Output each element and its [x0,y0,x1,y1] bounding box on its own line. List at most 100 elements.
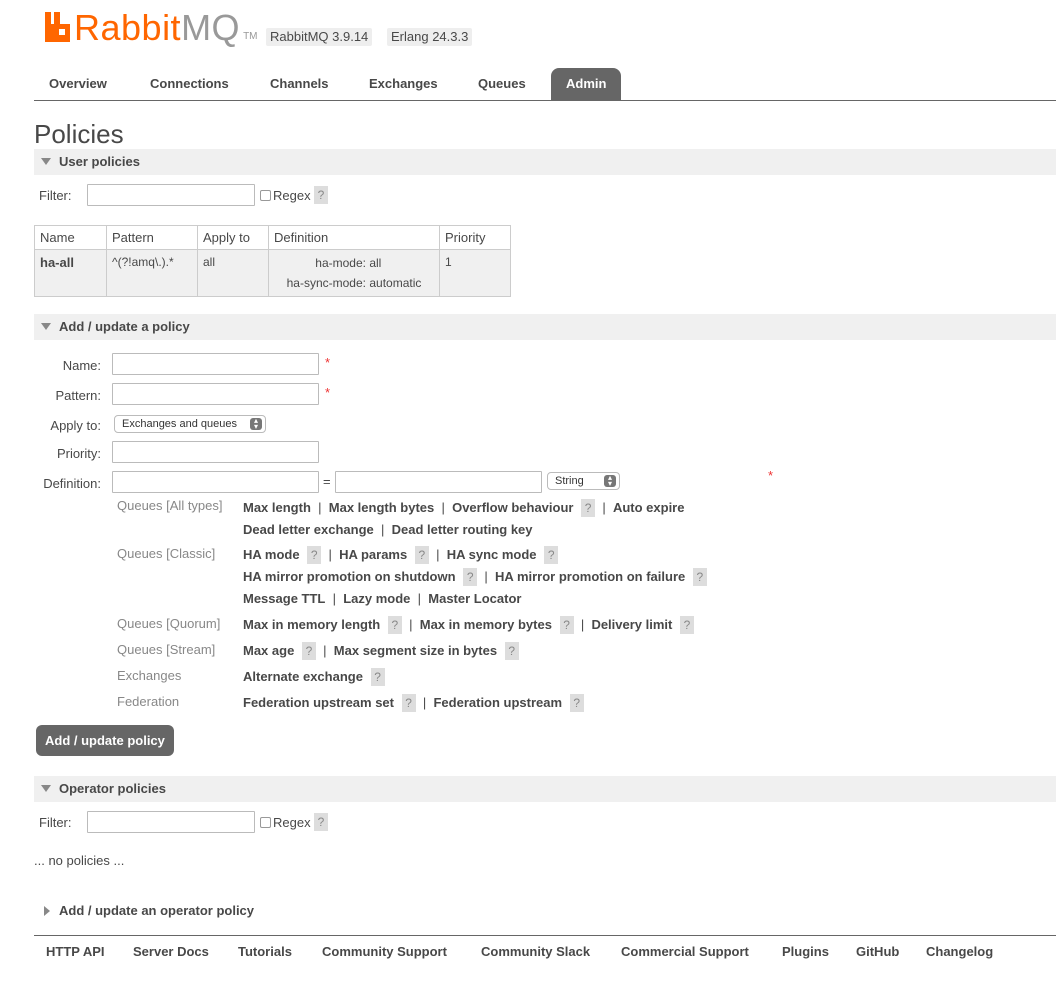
pattern-label: Pattern: [55,388,101,403]
quick-add-line: Max length | Max length bytes | Overflow… [243,499,685,517]
group-label-queues-stream: Queues [Stream] [117,642,216,657]
logo-trademark: TM [243,31,258,42]
col-header-definition[interactable]: Definition [268,225,440,250]
key-ha-promotion-shutdown[interactable]: HA mirror promotion on shutdown [243,569,456,584]
tab-admin[interactable]: Admin [551,68,622,100]
col-header-apply-to[interactable]: Apply to [197,225,269,250]
footer-link-github[interactable]: GitHub [856,944,899,959]
footer-link-server-docs[interactable]: Server Docs [133,944,209,959]
key-max-age[interactable]: Max age [243,643,294,658]
footer-link-community-slack[interactable]: Community Slack [481,944,590,959]
quick-add-line: Dead letter exchange | Dead letter routi… [243,522,533,537]
add-policy-title: Add / update a policy [59,319,190,334]
logo-text-rabbit: Rabbit [74,7,182,48]
footer-link-tutorials[interactable]: Tutorials [238,944,292,959]
help-icon[interactable]: ? [544,546,559,564]
name-input[interactable] [112,353,319,375]
definition-key-input[interactable] [112,471,319,493]
footer-link-commercial-support[interactable]: Commercial Support [621,944,749,959]
help-icon[interactable]: ? [692,568,707,586]
user-regex-help-icon[interactable]: ? [314,186,328,204]
help-icon[interactable]: ? [307,546,322,564]
help-icon[interactable]: ? [569,694,584,712]
help-icon[interactable]: ? [401,694,416,712]
add-operator-policy-title: Add / update an operator policy [59,903,255,918]
logo-text-mq: MQ [181,7,241,48]
operator-policies-header[interactable]: Operator policies [34,776,1056,802]
policy-name[interactable]: ha-all [34,249,107,297]
definition-value: automatic [369,276,422,290]
help-icon[interactable]: ? [301,642,316,660]
key-dead-letter-exchange[interactable]: Dead letter exchange [243,522,374,537]
add-update-policy-button[interactable]: Add / update policy [36,725,174,756]
col-header-priority[interactable]: Priority [439,225,511,250]
footer-link-community-support[interactable]: Community Support [322,944,447,959]
operator-regex-help-icon[interactable]: ? [314,813,328,831]
tab-queues[interactable]: Queues [463,68,541,100]
footer-link-changelog[interactable]: Changelog [926,944,993,959]
pattern-input[interactable] [112,383,319,405]
rabbitmq-logo: RabbitMQ TM [45,10,258,46]
user-regex-checkbox[interactable] [260,190,271,201]
definition-value-input[interactable] [335,471,542,493]
key-federation-upstream[interactable]: Federation upstream [433,695,562,710]
name-label: Name: [62,358,101,373]
key-ha-sync-mode[interactable]: HA sync mode [447,547,537,562]
key-max-segment-size[interactable]: Max segment size in bytes [334,643,497,658]
key-ha-mode[interactable]: HA mode [243,547,300,562]
help-icon[interactable]: ? [680,616,694,634]
policy-pattern: ^(?!amq\.).* [106,249,198,297]
key-master-locator[interactable]: Master Locator [428,591,521,606]
key-max-in-memory-length[interactable]: Max in memory length [243,617,380,632]
footer-link-http-api[interactable]: HTTP API [46,944,105,959]
policy-priority: 1 [439,249,511,297]
operator-regex-checkbox[interactable] [260,817,271,828]
help-icon[interactable]: ? [463,568,478,586]
tab-overview[interactable]: Overview [34,68,122,100]
key-max-in-memory-bytes[interactable]: Max in memory bytes [420,617,552,632]
definition-key: ha-sync-mode: [286,276,366,290]
name-required-marker: * [325,355,331,370]
user-policies-title: User policies [59,154,140,169]
help-icon[interactable]: ? [581,499,596,517]
col-header-name[interactable]: Name [34,225,107,250]
priority-input[interactable] [112,441,319,463]
key-max-length-bytes[interactable]: Max length bytes [329,500,434,515]
tab-exchanges[interactable]: Exchanges [354,68,453,100]
quick-add-line: HA mirror promotion on shutdown ? | HA m… [243,567,707,587]
help-icon[interactable]: ? [387,616,402,634]
definition-type-select[interactable]: String ▴ ▾ [547,472,620,490]
operator-filter-input[interactable] [87,811,255,833]
key-auto-expire[interactable]: Auto expire [613,500,685,515]
group-label-exchanges: Exchanges [117,668,182,683]
key-dead-letter-routing-key[interactable]: Dead letter routing key [392,522,533,537]
key-message-ttl[interactable]: Message TTL [243,591,325,606]
user-policies-header[interactable]: User policies [34,149,1056,175]
expand-triangle-icon [41,158,51,165]
expand-triangle-icon [41,323,51,330]
help-icon[interactable]: ? [370,668,385,686]
key-max-length[interactable]: Max length [243,500,311,515]
help-icon[interactable]: ? [414,546,429,564]
col-header-pattern[interactable]: Pattern [106,225,198,250]
key-lazy-mode[interactable]: Lazy mode [343,591,410,606]
apply-to-select[interactable]: Exchanges and queues ▴ ▾ [114,415,266,433]
tab-connections[interactable]: Connections [135,68,244,100]
pattern-required-marker: * [325,385,331,400]
tab-channels[interactable]: Channels [255,68,344,100]
help-icon[interactable]: ? [504,642,519,660]
footer-link-plugins[interactable]: Plugins [782,944,829,959]
key-ha-promotion-failure[interactable]: HA mirror promotion on failure [495,569,685,584]
key-federation-upstream-set[interactable]: Federation upstream set [243,695,394,710]
user-filter-input[interactable] [87,184,255,206]
add-operator-policy-header[interactable]: Add / update an operator policy [34,898,1056,924]
quick-add-line: Alternate exchange ? [243,667,385,687]
help-icon[interactable]: ? [559,616,574,634]
key-overflow-behaviour[interactable]: Overflow behaviour [452,500,573,515]
table-row[interactable]: ha-all ^(?!amq\.).* all ha-mode: all ha-… [34,249,511,297]
apply-to-label: Apply to: [50,418,101,433]
add-policy-header[interactable]: Add / update a policy [34,314,1056,340]
key-ha-params[interactable]: HA params [339,547,407,562]
key-alternate-exchange[interactable]: Alternate exchange [243,669,363,684]
key-delivery-limit[interactable]: Delivery limit [591,617,672,632]
